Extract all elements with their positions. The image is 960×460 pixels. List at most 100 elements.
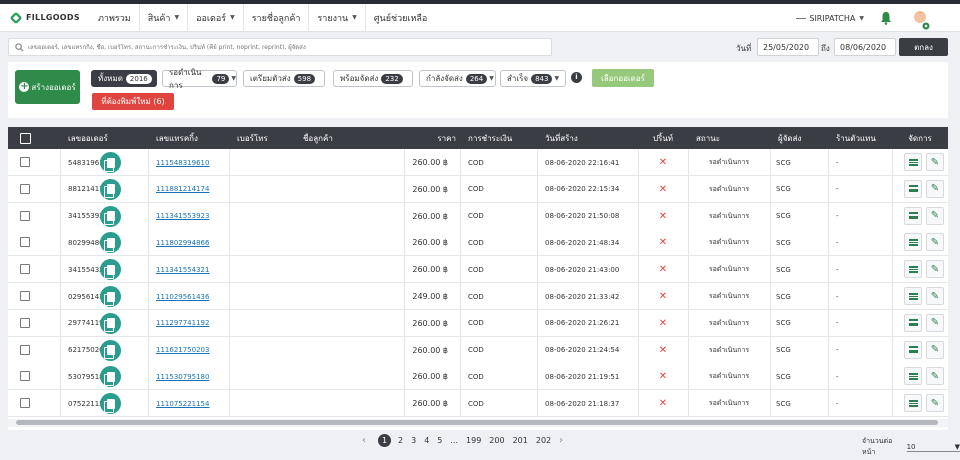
cell-tracking[interactable]: 111075221154	[156, 390, 229, 417]
column-header[interactable]: เลขแทรคกิ้ง	[156, 127, 229, 149]
page-link[interactable]: 199	[466, 436, 481, 445]
column-header[interactable]: ชื่อลูกค้า	[303, 127, 404, 149]
view-details-button[interactable]	[904, 153, 922, 171]
view-details-button[interactable]	[904, 206, 922, 225]
avatar-icon[interactable]	[912, 10, 930, 30]
edit-button[interactable]: ✎	[926, 313, 944, 332]
bell-icon[interactable]	[880, 11, 892, 25]
scrollbar-thumb[interactable]	[16, 420, 938, 425]
horizontal-scrollbar[interactable]	[8, 419, 948, 427]
page-link[interactable]: 201	[513, 436, 528, 445]
column-header[interactable]: จัดการ	[892, 127, 948, 149]
edit-button[interactable]: ✎	[926, 260, 944, 279]
filter-tab-5[interactable]: สำเร็จ 843 ▼	[500, 70, 566, 87]
copy-icon[interactable]	[100, 205, 121, 227]
next-page-button[interactable]: ›	[559, 435, 563, 446]
filter-tab-3[interactable]: พร้อมจัดส่ง 232	[333, 70, 413, 87]
page-current[interactable]: 1	[378, 433, 391, 447]
edit-button[interactable]: ✎	[926, 206, 944, 225]
row-checkbox[interactable]	[20, 291, 30, 301]
filter-tab-0[interactable]: ทั้งหมด 2016	[91, 70, 157, 87]
prev-page-button[interactable]: ‹	[362, 435, 366, 446]
row-checkbox[interactable]	[20, 371, 30, 382]
page-link[interactable]: 2	[398, 436, 403, 445]
row-checkbox[interactable]	[20, 398, 30, 409]
column-header[interactable]: เลขออเดอร์	[68, 127, 148, 149]
view-details-button[interactable]	[904, 340, 922, 359]
view-details-button[interactable]	[904, 287, 922, 305]
filter-tab-1[interactable]: รอดำเนินการ 79 ▼	[162, 68, 237, 90]
column-header[interactable]: เบอร์โทร	[237, 127, 295, 149]
reprint-button[interactable]: ที่ต้องพิมพ์ใหม่ (6)	[92, 93, 174, 110]
cell-tracking[interactable]: 111548319610	[156, 149, 229, 176]
date-from-input[interactable]: 25/05/2020	[757, 38, 819, 56]
column-divider	[892, 229, 893, 257]
copy-icon[interactable]	[100, 339, 121, 361]
column-header[interactable]: การชำระเงิน	[468, 127, 537, 149]
cell-tracking[interactable]: 111802994866	[156, 229, 229, 256]
edit-button[interactable]: ✎	[926, 367, 944, 386]
edit-button[interactable]: ✎	[926, 179, 944, 198]
page-link[interactable]: 200	[489, 436, 504, 445]
edit-button[interactable]: ✎	[926, 287, 944, 305]
edit-button[interactable]: ✎	[926, 340, 944, 359]
row-checkbox[interactable]	[20, 210, 30, 221]
nav-item-4[interactable]: รายงาน ▼	[308, 3, 364, 32]
submit-button[interactable]: ตกลง	[899, 38, 948, 56]
cell-tracking[interactable]: 111530795180	[156, 363, 229, 390]
cell-tracking[interactable]: 111881214174	[156, 176, 229, 203]
row-checkbox[interactable]	[20, 237, 30, 248]
cell-tracking[interactable]: 111297741192	[156, 310, 229, 337]
nav-item-2[interactable]: ออเดอร์ ▼	[187, 3, 243, 32]
cell-tracking[interactable]: 111341554321	[156, 256, 229, 283]
nav-item-0[interactable]: ภาพรวม	[90, 4, 139, 32]
brand-logo[interactable]: FILLGOODS	[9, 11, 90, 24]
select-all-checkbox[interactable]	[20, 133, 31, 144]
edit-button[interactable]: ✎	[926, 394, 944, 413]
nav-item-3[interactable]: รายชื่อลูกค้า	[242, 3, 309, 32]
row-checkbox[interactable]	[20, 264, 30, 275]
column-header[interactable]: วันที่สร้าง	[545, 127, 638, 149]
view-details-button[interactable]	[904, 313, 922, 332]
info-icon[interactable]: i	[571, 72, 582, 83]
edit-button[interactable]: ✎	[926, 153, 944, 171]
cell-tracking[interactable]: 111029561436	[156, 283, 229, 310]
page-link[interactable]: 3	[411, 436, 416, 445]
cell-tracking[interactable]: 111621750203	[156, 337, 229, 364]
column-header[interactable]: สถานะ	[696, 127, 770, 149]
column-header[interactable]: ปริ้นท์	[638, 127, 688, 149]
nav-item-5[interactable]: ศูนย์ช่วยเหลือ	[364, 3, 436, 32]
view-details-button[interactable]	[904, 394, 922, 413]
create-order-button[interactable]: + สร้างออเดอร์	[15, 70, 80, 104]
column-header[interactable]: ร้านตัวแทน	[836, 127, 892, 149]
view-details-button[interactable]	[904, 179, 922, 198]
filter-tab-2[interactable]: เตรียมตัวส่ง 598	[243, 70, 325, 87]
date-to-input[interactable]: 08/06/2020	[834, 38, 896, 56]
filter-count-badge: 264	[465, 73, 488, 84]
copy-icon[interactable]	[100, 312, 121, 334]
search-input[interactable]	[28, 43, 548, 51]
user-menu[interactable]: SIRIPATCHA ▼	[796, 4, 864, 32]
filter-tab-4[interactable]: กำลังจัดส่ง 264 ▼	[419, 70, 496, 87]
row-checkbox[interactable]	[20, 183, 30, 194]
cell-tracking[interactable]: 111341553923	[156, 203, 229, 230]
per-page-select[interactable]: 10 ▼	[906, 443, 960, 452]
select-orders-button[interactable]: เลือกออเดอร์	[592, 69, 654, 87]
nav-item-1[interactable]: สินค้า ▼	[138, 3, 187, 32]
cell-status: รอดำเนินการ	[708, 372, 750, 381]
page-link[interactable]: 202	[536, 436, 551, 445]
copy-icon[interactable]	[100, 152, 121, 173]
row-checkbox[interactable]	[20, 157, 30, 167]
column-header[interactable]: ราคา	[404, 127, 456, 149]
row-checkbox[interactable]	[20, 317, 30, 328]
view-details-button[interactable]	[904, 233, 922, 252]
view-details-button[interactable]	[904, 260, 922, 279]
copy-icon[interactable]	[100, 286, 121, 307]
copy-icon[interactable]	[100, 178, 121, 200]
page-link[interactable]: 4	[424, 436, 429, 445]
page-link[interactable]: 5	[437, 436, 442, 445]
edit-button[interactable]: ✎	[926, 233, 944, 252]
column-header[interactable]: ผู้จัดส่ง	[778, 127, 828, 149]
view-details-button[interactable]	[904, 367, 922, 386]
row-checkbox[interactable]	[20, 344, 30, 355]
